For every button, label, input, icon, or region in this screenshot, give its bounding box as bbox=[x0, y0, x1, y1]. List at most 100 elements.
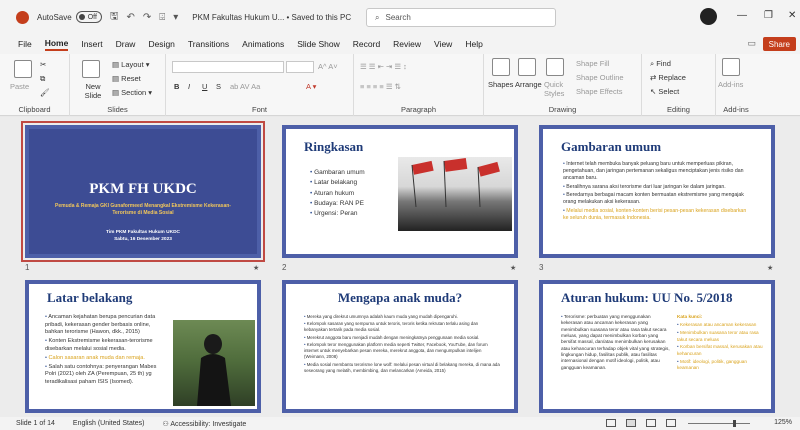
customize-toolbar-icon[interactable]: ▾ bbox=[173, 12, 178, 23]
language-status[interactable]: English (United States) bbox=[73, 420, 145, 427]
align-icons[interactable]: ≡ ≡ ≡ ≡ ☰ ⇅ bbox=[360, 82, 401, 91]
strikethrough-button[interactable]: S bbox=[216, 82, 221, 91]
minimize-button[interactable]: — bbox=[737, 10, 747, 21]
shape-effects-button[interactable]: Shape Effects bbox=[576, 87, 623, 96]
tab-view[interactable]: View bbox=[434, 39, 452, 49]
slide-thumbnail-1[interactable]: PKM FH UKDC Pemuda & Remaja GKI Gunaform… bbox=[21, 121, 265, 262]
tab-design[interactable]: Design bbox=[148, 39, 174, 49]
tab-insert[interactable]: Insert bbox=[81, 39, 102, 49]
accessibility-status[interactable]: ⚇ Accessibility: Investigate bbox=[163, 420, 247, 428]
tab-review[interactable]: Review bbox=[393, 39, 421, 49]
tab-help[interactable]: Help bbox=[465, 39, 482, 49]
tab-draw[interactable]: Draw bbox=[116, 39, 136, 49]
slide-sorter: PKM FH UKDC Pemuda & Remaja GKI Gunaform… bbox=[0, 117, 800, 417]
toggle-knob-icon bbox=[78, 14, 85, 20]
person-illustration-icon bbox=[197, 334, 231, 406]
grow-font-icon[interactable]: A^ A˅ bbox=[318, 62, 338, 71]
zoom-slider-handle[interactable] bbox=[733, 420, 736, 427]
section-button[interactable]: ▤ Section ▾ bbox=[112, 88, 152, 97]
tab-slide-show[interactable]: Slide Show bbox=[297, 39, 340, 49]
slide-6-keywords: Kekerasan atau ancaman kekerasan Menimbu… bbox=[677, 322, 767, 371]
slide-2-bullets: Gambaran umum Latar belakang Aturan huku… bbox=[310, 169, 365, 220]
title-bar: AutoSave Off 🖫 ↶ ↷ ⌹ ▾ PKM Fakultas Huku… bbox=[0, 0, 800, 34]
quick-styles-button[interactable]: Quick Styles bbox=[544, 80, 570, 98]
replace-button[interactable]: ⇄ Replace bbox=[650, 73, 686, 82]
paragraph-group: ☰ ☰ ⇤ ⇥ ☰ ↕ ≡ ≡ ≡ ≡ ☰ ⇅ Paragraph bbox=[354, 54, 484, 116]
arrange-button[interactable]: Arrange bbox=[515, 80, 542, 89]
zoom-level[interactable]: 125% bbox=[774, 419, 792, 426]
tab-animations[interactable]: Animations bbox=[242, 39, 284, 49]
font-size-dropdown[interactable] bbox=[286, 61, 314, 73]
slide-thumbnail-5[interactable]: Mengapa anak muda? Mereka yang direkrut … bbox=[282, 280, 518, 413]
shapes-icon[interactable] bbox=[492, 58, 510, 76]
slide-sorter-view-icon[interactable] bbox=[626, 419, 636, 427]
reset-button[interactable]: ▤ Reset bbox=[112, 74, 141, 83]
slide-5-bullets: Mereka yang direkrut umumnya adalah kaum… bbox=[304, 314, 500, 375]
addins-button[interactable]: Add-ins bbox=[718, 80, 743, 89]
slide-6-keywords-title: Kata kunci: bbox=[677, 314, 703, 319]
copy-icon[interactable]: ⧉ bbox=[40, 74, 45, 84]
redo-icon[interactable]: ↷ bbox=[143, 12, 151, 23]
slide-thumbnail-3[interactable]: Gambaran umum Internet telah membuka ban… bbox=[539, 125, 775, 258]
arrange-icon[interactable] bbox=[518, 58, 536, 76]
slide-3-bullet: Beralihnya sarana aksi terorisme dari lu… bbox=[563, 184, 753, 191]
restore-button[interactable]: ❐ bbox=[764, 10, 773, 21]
underline-button[interactable]: U bbox=[202, 82, 207, 91]
tab-record[interactable]: Record bbox=[353, 39, 380, 49]
undo-icon[interactable]: ↶ bbox=[126, 12, 134, 23]
slide-6-left-text: Terorisme: perbuatan yang menggunakan ke… bbox=[561, 314, 671, 373]
tab-file[interactable]: File bbox=[18, 39, 32, 49]
slide-6-right-panel: Kata kunci: Kekerasan atau ancaman keker… bbox=[677, 314, 767, 373]
slide-1-date: Sabtu, 16 Desember 2023 bbox=[114, 237, 172, 243]
addins-icon[interactable] bbox=[722, 58, 740, 76]
slide-3-bullet: Internet telah membuka banyak peluang ba… bbox=[563, 161, 753, 182]
shapes-button[interactable]: Shapes bbox=[488, 80, 513, 89]
italic-button[interactable]: I bbox=[188, 82, 190, 91]
paste-icon[interactable] bbox=[14, 60, 32, 78]
slide-thumbnail-6[interactable]: Aturan hukum: UU No. 5/2018 Terorisme: p… bbox=[539, 280, 775, 413]
normal-view-icon[interactable] bbox=[606, 419, 616, 427]
share-button[interactable]: Share bbox=[762, 37, 796, 51]
slide-thumbnail-2[interactable]: Ringkasan Gambaran umum Latar belakang A… bbox=[282, 125, 518, 258]
present-icon[interactable]: ⌹ bbox=[159, 12, 165, 23]
paste-button[interactable]: Paste bbox=[10, 82, 29, 91]
slide-thumbnail-4[interactable]: Latar belakang Ancaman kejahatan berupa … bbox=[25, 280, 261, 413]
quick-styles-icon[interactable] bbox=[546, 58, 564, 76]
new-slide-button[interactable]: New Slide bbox=[78, 82, 108, 100]
slide-count: Slide 1 of 14 bbox=[16, 420, 55, 427]
save-icon[interactable]: 🖫 bbox=[110, 9, 119, 26]
search-box[interactable]: ⌕ Search bbox=[366, 8, 556, 27]
tab-home[interactable]: Home bbox=[44, 38, 69, 51]
slide-4-photo bbox=[173, 320, 255, 406]
autosave-toggle[interactable]: Off bbox=[75, 11, 102, 23]
zoom-slider[interactable] bbox=[688, 423, 750, 424]
slide-4-bullet: Salah satu contohnya: penyerangan Mabes … bbox=[45, 364, 169, 387]
shape-outline-button[interactable]: Shape Outline bbox=[576, 73, 624, 82]
font-color-icon[interactable]: A ▾ bbox=[306, 82, 316, 91]
format-painter-icon[interactable]: 🖌 bbox=[40, 88, 50, 97]
ribbon: Paste ✂ ⧉ 🖌 Clipboard New Slide ▤ Layout… bbox=[0, 54, 800, 116]
slideshow-view-icon[interactable] bbox=[666, 419, 676, 427]
cut-icon[interactable]: ✂ bbox=[40, 60, 46, 69]
list-icons[interactable]: ☰ ☰ ⇤ ⇥ ☰ ↕ bbox=[360, 62, 407, 71]
slide-4-bullets: Ancaman kejahatan berupa pencurian data … bbox=[45, 314, 169, 388]
avatar[interactable] bbox=[700, 8, 717, 25]
document-title: PKM Fakultas Hukum U... • Saved to this … bbox=[192, 12, 352, 22]
font-name-dropdown[interactable] bbox=[172, 61, 284, 73]
bold-button[interactable]: B bbox=[174, 82, 179, 91]
tab-transitions[interactable]: Transitions bbox=[188, 39, 229, 49]
slide-4-bullet: Calon sasaran anak muda dan remaja. bbox=[45, 355, 169, 363]
find-button[interactable]: ⌕ Find bbox=[650, 59, 671, 69]
share-label: Share bbox=[768, 39, 790, 49]
powerpoint-window: AutoSave Off 🖫 ↶ ↷ ⌹ ▾ PKM Fakultas Huku… bbox=[0, 0, 800, 430]
new-slide-icon[interactable] bbox=[82, 60, 100, 78]
search-placeholder: Search bbox=[385, 13, 411, 22]
font-more-icon[interactable]: ab AV Aa bbox=[230, 82, 260, 91]
layout-button[interactable]: ▤ Layout ▾ bbox=[112, 60, 150, 69]
slide-number-1: 1 bbox=[25, 263, 30, 272]
shape-fill-button[interactable]: Shape Fill bbox=[576, 59, 609, 68]
comments-icon[interactable]: ▭ bbox=[747, 38, 756, 49]
select-button[interactable]: ↖ Select bbox=[650, 87, 679, 96]
close-button[interactable]: ✕ bbox=[788, 10, 796, 21]
reading-view-icon[interactable] bbox=[646, 419, 656, 427]
